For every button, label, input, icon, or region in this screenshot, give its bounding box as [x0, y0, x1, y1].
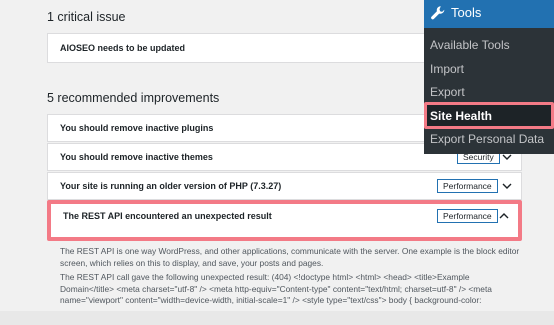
recommendation-label: You should remove inactive plugins	[60, 123, 214, 133]
critical-issue-label: AIOSEO needs to be updated	[60, 43, 186, 53]
recommendation-php-version[interactable]: Your site is running an older version of…	[47, 172, 522, 200]
wrench-icon	[430, 5, 446, 21]
performance-badge: Performance	[437, 179, 498, 193]
menu-item-import[interactable]: Import	[430, 62, 464, 76]
recommendation-rest-api[interactable]: The REST API encountered an unexpected r…	[47, 200, 522, 241]
bottom-edge	[0, 311, 554, 325]
chevron-up-icon[interactable]	[498, 210, 510, 222]
site-health-page: 1 critical issue AIOSEO needs to be upda…	[0, 0, 554, 325]
rest-api-description: The REST API is one way WordPress, and o…	[60, 246, 520, 268]
recommendation-label: The REST API encountered an unexpected r…	[63, 211, 272, 221]
recommended-improvements-heading: 5 recommended improvements	[47, 91, 220, 105]
menu-item-site-health-label: Site Health	[430, 109, 493, 123]
tools-flyout-menu: Tools Available Tools Import Export Site…	[424, 0, 554, 154]
rest-api-unexpected-result: The REST API call gave the following une…	[60, 272, 492, 306]
chevron-down-icon[interactable]	[501, 180, 513, 192]
tools-menu-header[interactable]: Tools	[424, 0, 554, 28]
performance-badge: Performance	[437, 209, 498, 223]
recommendation-label: You should remove inactive themes	[60, 152, 213, 162]
menu-item-export[interactable]: Export	[430, 85, 465, 99]
recommendation-label: Your site is running an older version of…	[60, 181, 282, 191]
critical-issues-heading: 1 critical issue	[47, 10, 126, 24]
menu-item-site-health[interactable]: Site Health	[424, 102, 554, 129]
menu-item-export-personal-data[interactable]: Export Personal Data	[430, 132, 544, 146]
menu-item-available-tools[interactable]: Available Tools	[430, 38, 510, 52]
tools-menu-title: Tools	[451, 5, 482, 20]
